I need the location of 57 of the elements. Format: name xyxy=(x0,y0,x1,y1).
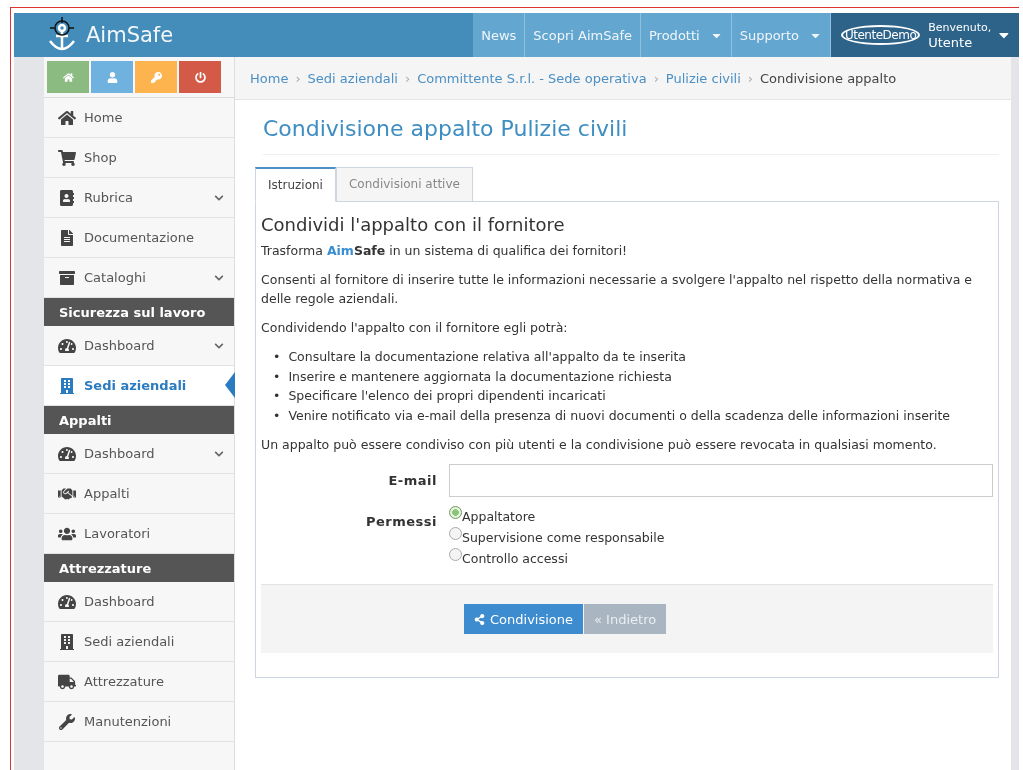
house-icon xyxy=(58,109,76,126)
sidebar-item[interactable]: Sedi aziendali xyxy=(44,366,234,406)
breadcrumb-separator: › xyxy=(295,70,301,86)
cart-icon xyxy=(58,149,76,166)
quick-button[interactable] xyxy=(135,61,177,93)
power-icon xyxy=(194,71,206,83)
home-icon xyxy=(62,71,74,83)
user-icon xyxy=(106,71,118,83)
field-label: E-mail xyxy=(387,472,437,488)
radio-button[interactable] xyxy=(449,548,462,561)
key-icon xyxy=(150,71,162,83)
greeting-text: Benvenuto, xyxy=(928,20,992,35)
anchor-logo-icon xyxy=(46,17,78,53)
brand-name: AimSafe xyxy=(86,23,174,47)
archive-icon xyxy=(58,269,76,286)
tab[interactable]: Istruzioni xyxy=(255,167,336,202)
quick-button[interactable] xyxy=(179,61,221,93)
wrench-icon xyxy=(58,713,76,730)
sidebar-section-header: Attrezzature xyxy=(44,554,234,582)
radio-button[interactable] xyxy=(449,527,462,540)
sidebar-section-header: Appalti xyxy=(44,406,234,434)
breadcrumb-separator: › xyxy=(404,70,411,86)
address-book-icon xyxy=(58,189,76,206)
note-text: Un appalto può essere condiviso con più utenti e la condivisione può essere revocata in qualsiasi momento. xyxy=(261,436,938,454)
people-icon xyxy=(58,525,76,542)
paragraph: Consenti al fornitore di inserire tutte le informazioni necessarie a svolgere l'appalto nel rispetto della normativa e delle regole aziendali. xyxy=(261,271,974,308)
sidebar-section-header: Sicurezza sul lavoro xyxy=(44,298,234,326)
bullet-item: • Specificare l'elenco dei propri dipendenti incaricati xyxy=(273,387,607,405)
gauge-icon xyxy=(58,593,76,610)
page-title: Condivisione appalto Pulizie civili xyxy=(263,116,999,155)
bullet-item: • Venire notificato via e-mail della presenza di nuovi documenti o della scadenza delle informazioni inserite xyxy=(273,406,952,425)
quick-button[interactable] xyxy=(91,61,133,93)
gauge-icon xyxy=(58,337,76,354)
email-input[interactable] xyxy=(449,464,993,497)
breadcrumb-link[interactable]: Condivisione appalto xyxy=(760,70,897,86)
user-name: Utente xyxy=(928,35,974,50)
bullet-item: • Inserire e mantenere aggiornata la documentazione richiesta xyxy=(273,367,673,386)
truck-icon xyxy=(58,673,76,690)
quick-button[interactable] xyxy=(47,61,89,93)
share-button[interactable]: Condivisione xyxy=(464,604,583,634)
bullet-item: • Consultare la documentazione relativa all'appalto da te inserita xyxy=(273,348,687,366)
field-label: Permessi xyxy=(364,513,437,529)
building-icon xyxy=(58,377,76,394)
radio-option[interactable]: Appaltatore xyxy=(449,509,993,524)
radio-option[interactable]: Supervisione come responsabile xyxy=(449,530,993,545)
document-icon xyxy=(58,229,76,246)
building-icon xyxy=(58,633,76,650)
breadcrumb-separator: › xyxy=(653,70,659,86)
section-heading: Condividi l'appalto con il fornitore xyxy=(261,214,566,235)
radio-option[interactable]: Controllo accessi xyxy=(449,551,993,566)
intro-text: Trasforma AimSafe in un sistema di qualifica dei fornitori! xyxy=(261,242,629,260)
username-badge: UtenteDemo xyxy=(841,25,921,45)
gauge-icon xyxy=(58,445,76,462)
radio-button[interactable] xyxy=(449,506,462,519)
breadcrumb-separator: › xyxy=(747,70,753,86)
share-icon xyxy=(474,613,485,625)
paragraph: Condividendo l'appalto con il fornitore egli potrà: xyxy=(261,319,569,337)
